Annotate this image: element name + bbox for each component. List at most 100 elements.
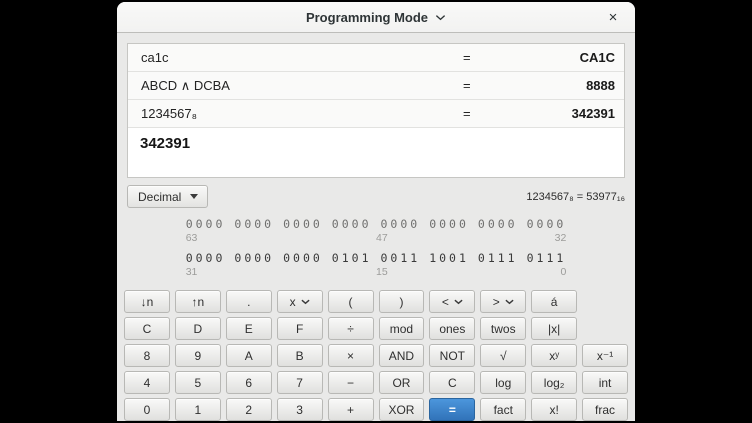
key-shift-left[interactable]: < xyxy=(429,290,475,313)
history-equals-sign: = xyxy=(463,106,487,121)
key-9[interactable]: 9 xyxy=(175,344,221,367)
key-log[interactable]: log xyxy=(480,371,526,394)
bit-labels: 634732 xyxy=(186,232,567,246)
key-hex-f[interactable]: F xyxy=(277,317,323,340)
bit-label-right: 0 xyxy=(560,266,566,280)
key-label: fact xyxy=(494,403,513,417)
key-label: x⁻¹ xyxy=(597,349,613,363)
key-label: 5 xyxy=(195,376,202,390)
key-inverse[interactable]: x⁻¹ xyxy=(582,344,628,367)
bit-group[interactable]: 0000 xyxy=(527,217,567,231)
bit-group[interactable]: 0000 xyxy=(381,217,421,231)
key-or[interactable]: OR xyxy=(379,371,425,394)
close-button[interactable]: × xyxy=(600,2,626,33)
key-label: × xyxy=(347,349,354,363)
key-character-code[interactable]: á xyxy=(531,290,577,313)
key-label: 4 xyxy=(144,376,151,390)
key-label: XOR xyxy=(388,403,414,417)
bit-group[interactable]: 0111 xyxy=(478,251,518,265)
key-7[interactable]: 7 xyxy=(277,371,323,394)
bit-group[interactable]: 0000 xyxy=(429,217,469,231)
key-label: 2 xyxy=(245,403,252,417)
bit-group[interactable]: 0000 xyxy=(186,251,226,265)
chevron-down-icon xyxy=(301,299,310,305)
key-label: AND xyxy=(389,349,414,363)
key-superscript[interactable]: ↑n xyxy=(175,290,221,313)
window-title: Programming Mode xyxy=(306,10,428,25)
titlebar[interactable]: Programming Mode × xyxy=(117,2,635,33)
key-hex-a[interactable]: A xyxy=(226,344,272,367)
key-label: 8 xyxy=(144,349,151,363)
key-hex-e[interactable]: E xyxy=(226,317,272,340)
key-label: 3 xyxy=(296,403,303,417)
key-6[interactable]: 6 xyxy=(226,371,272,394)
key-subscript[interactable]: ↓n xyxy=(124,290,170,313)
key-label: NOT xyxy=(440,349,465,363)
key-label: frac xyxy=(595,403,615,417)
bit-group[interactable]: 0101 xyxy=(332,251,372,265)
chevron-down-icon xyxy=(454,299,463,305)
bit-group[interactable]: 0000 xyxy=(478,217,518,231)
key-3[interactable]: 3 xyxy=(277,398,323,421)
bit-group[interactable]: 0000 xyxy=(234,217,274,231)
key-absolute-value[interactable]: |x| xyxy=(531,317,577,340)
bit-group[interactable]: 0000 xyxy=(283,251,323,265)
history-row[interactable]: ca1c=CA1C xyxy=(128,44,624,72)
key-integer-part[interactable]: int xyxy=(582,371,628,394)
key-decimal-point[interactable]: . xyxy=(226,290,272,313)
key-xor[interactable]: XOR xyxy=(379,398,425,421)
key-1[interactable]: 1 xyxy=(175,398,221,421)
key-subtract[interactable]: − xyxy=(328,371,374,394)
key-equals[interactable]: = xyxy=(429,398,475,421)
history-row[interactable]: ABCD ∧ DCBA=8888 xyxy=(128,72,624,100)
key-clear[interactable]: C xyxy=(429,371,475,394)
base-dropdown[interactable]: Decimal xyxy=(127,185,208,208)
bit-group[interactable]: 0000 xyxy=(234,251,274,265)
key-label: mod xyxy=(390,322,413,336)
key-factorize[interactable]: fact xyxy=(480,398,526,421)
key-8[interactable]: 8 xyxy=(124,344,170,367)
mode-menu-button[interactable]: Programming Mode xyxy=(306,10,446,25)
key-5[interactable]: 5 xyxy=(175,371,221,394)
key-hex-d[interactable]: D xyxy=(175,317,221,340)
bit-groups: 0000 0000 0000 0101 0011 1001 0111 0111 xyxy=(186,251,567,265)
key-modulus[interactable]: mod xyxy=(379,317,425,340)
history-row[interactable]: 1234567₈=342391 xyxy=(128,100,624,128)
key-variable[interactable]: x xyxy=(277,290,323,313)
bit-label-middle: 47 xyxy=(376,232,388,244)
key-add[interactable]: + xyxy=(328,398,374,421)
input-area[interactable]: 342391 xyxy=(128,128,624,177)
key-hex-c[interactable]: C xyxy=(124,317,170,340)
bit-group[interactable]: 0000 xyxy=(283,217,323,231)
history-expression: ABCD ∧ DCBA xyxy=(141,78,463,94)
key-2[interactable]: 2 xyxy=(226,398,272,421)
key-4[interactable]: 4 xyxy=(124,371,170,394)
key-divide[interactable]: ÷ xyxy=(328,317,374,340)
key-twos-complement[interactable]: twos xyxy=(480,317,526,340)
key-fractional-part[interactable]: frac xyxy=(582,398,628,421)
key-label: 0 xyxy=(144,403,151,417)
bit-group[interactable]: 0000 xyxy=(186,217,226,231)
bit-group[interactable]: 0000 xyxy=(332,217,372,231)
key-factorial[interactable]: x! xyxy=(531,398,577,421)
key-square-root[interactable]: √ xyxy=(480,344,526,367)
key-open-paren[interactable]: ( xyxy=(328,290,374,313)
key-power[interactable]: xʸ xyxy=(531,344,577,367)
key-0[interactable]: 0 xyxy=(124,398,170,421)
key-close-paren[interactable]: ) xyxy=(379,290,425,313)
bit-group[interactable]: 0011 xyxy=(381,251,421,265)
key-hex-b[interactable]: B xyxy=(277,344,323,367)
key-not[interactable]: NOT xyxy=(429,344,475,367)
bit-group[interactable]: 0111 xyxy=(527,251,567,265)
bit-row: 0000000000000101001110010111011131150 xyxy=(186,251,567,280)
key-shift-right[interactable]: > xyxy=(480,290,526,313)
key-label: ↑n xyxy=(192,295,205,309)
key-label: C xyxy=(143,322,152,336)
key-log2[interactable]: log₂ xyxy=(531,371,577,394)
key-and[interactable]: AND xyxy=(379,344,425,367)
key-ones-complement[interactable]: ones xyxy=(429,317,475,340)
bit-group[interactable]: 1001 xyxy=(429,251,469,265)
key-multiply[interactable]: × xyxy=(328,344,374,367)
bit-label-right: 32 xyxy=(555,232,567,246)
history-result: 342391 xyxy=(487,106,615,121)
